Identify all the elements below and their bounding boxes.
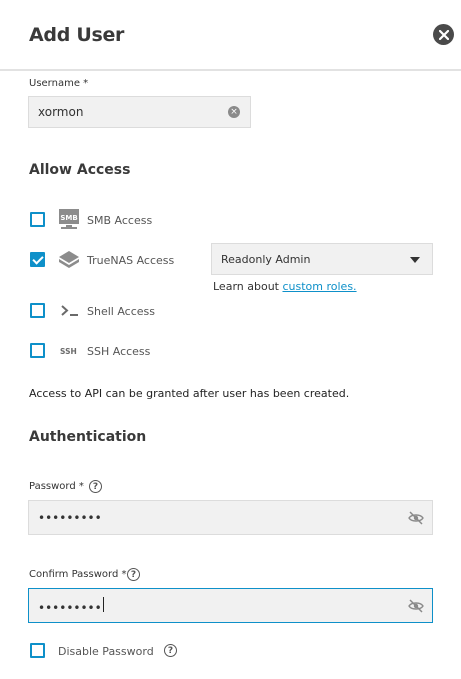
svg-text:SMB: SMB: [60, 214, 77, 222]
disable-password-checkbox[interactable]: [30, 643, 45, 658]
ssh-icon: SSH: [60, 347, 77, 356]
api-note: Access to API can be granted after user …: [29, 387, 350, 400]
confirm-password-input[interactable]: •••••••••: [28, 588, 433, 623]
username-value: xormon: [38, 105, 84, 119]
truenas-icon: [59, 251, 79, 268]
shell-icon: [61, 305, 78, 316]
password-value: •••••••••: [38, 510, 102, 525]
truenas-access-label: TrueNAS Access: [87, 254, 175, 267]
clear-icon[interactable]: ×: [228, 106, 240, 118]
ssh-access-label: SSH Access: [87, 345, 151, 358]
allow-access-title: Allow Access: [29, 162, 131, 178]
role-select[interactable]: Readonly Admin: [211, 243, 433, 275]
dialog-title: Add User: [29, 24, 125, 46]
username-input[interactable]: xormon ×: [28, 96, 251, 128]
eye-off-icon[interactable]: [408, 598, 424, 613]
learn-about-text: Learn about custom roles.: [213, 280, 357, 293]
svg-text:SSH: SSH: [60, 347, 77, 356]
role-select-value: Readonly Admin: [221, 252, 311, 266]
shell-access-label: Shell Access: [87, 305, 155, 318]
confirm-password-label: Confirm Password *: [29, 569, 127, 580]
learn-about-prefix: Learn about: [213, 280, 279, 293]
smb-icon: SMB: [59, 209, 79, 229]
eye-off-icon[interactable]: [408, 510, 424, 525]
password-input[interactable]: •••••••••: [28, 500, 433, 535]
truenas-access-checkbox[interactable]: [30, 252, 45, 267]
smb-access-checkbox[interactable]: [30, 212, 45, 227]
confirm-password-help-icon[interactable]: ?: [127, 568, 140, 581]
shell-access-checkbox[interactable]: [30, 303, 45, 318]
ssh-access-checkbox[interactable]: [30, 343, 45, 358]
confirm-password-value: •••••••••: [38, 596, 432, 615]
dialog-header: Add User: [0, 0, 461, 71]
close-button[interactable]: [433, 24, 454, 45]
smb-access-label: SMB Access: [87, 214, 153, 227]
disable-password-label: Disable Password: [58, 645, 154, 658]
password-help-icon[interactable]: ?: [89, 480, 102, 493]
password-label: Password *: [29, 481, 84, 492]
disable-password-help-icon[interactable]: ?: [164, 644, 177, 657]
close-icon: [438, 29, 449, 40]
username-label: Username *: [29, 78, 89, 89]
dropdown-arrow-icon: [410, 257, 420, 263]
custom-roles-link[interactable]: custom roles.: [282, 280, 356, 293]
authentication-title: Authentication: [29, 429, 147, 445]
